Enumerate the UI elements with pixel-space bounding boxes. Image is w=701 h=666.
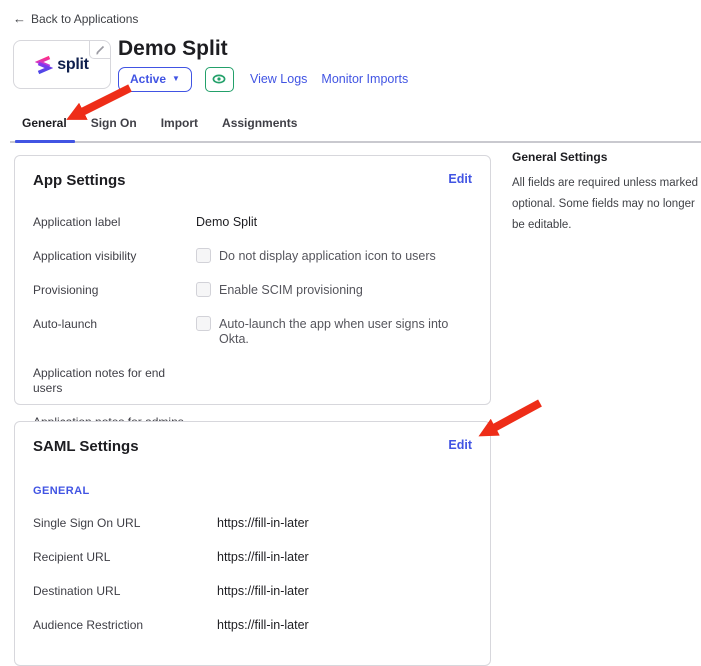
tab-general[interactable]: General xyxy=(22,116,67,130)
setting-row: Application notes for end users xyxy=(33,366,472,396)
pencil-icon xyxy=(94,44,106,56)
tab-import[interactable]: Import xyxy=(161,116,198,130)
checkbox-unchecked xyxy=(196,248,211,263)
setting-row: Provisioning Enable SCIM provisioning xyxy=(33,283,472,298)
tab-bar: General Sign On Import Assignments xyxy=(10,112,701,143)
saml-settings-card: SAML Settings Edit GENERAL Single Sign O… xyxy=(14,421,491,666)
checkbox-label: Do not display application icon to users xyxy=(219,249,436,264)
sidebar-title: General Settings xyxy=(512,150,701,164)
app-settings-card: App Settings Edit Application label Demo… xyxy=(14,155,491,405)
app-settings-edit-link[interactable]: Edit xyxy=(448,172,472,186)
preview-icon-button[interactable] xyxy=(205,67,234,92)
setting-row: Recipient URL https://fill-in-later xyxy=(33,550,472,565)
setting-row: Destination URL https://fill-in-later xyxy=(33,584,472,599)
app-settings-title: App Settings xyxy=(33,172,126,189)
row-label: Destination URL xyxy=(33,584,217,599)
saml-settings-title: SAML Settings xyxy=(33,438,139,455)
back-link-label: Back to Applications xyxy=(31,12,138,26)
setting-row: Single Sign On URL https://fill-in-later xyxy=(33,516,472,531)
eye-icon xyxy=(212,74,226,84)
row-label: Single Sign On URL xyxy=(33,516,217,531)
active-tab-underline xyxy=(15,140,75,143)
checkbox-unchecked xyxy=(196,316,211,331)
row-label: Auto-launch xyxy=(33,317,196,332)
row-label: Recipient URL xyxy=(33,550,217,565)
setting-row: Audience Restriction https://fill-in-lat… xyxy=(33,618,472,633)
tab-assignments[interactable]: Assignments xyxy=(222,116,297,130)
row-value: https://fill-in-later xyxy=(217,584,309,599)
header-controls: Active ▼ View Logs Monitor Imports xyxy=(118,66,408,92)
view-logs-link[interactable]: View Logs xyxy=(250,72,307,86)
row-value: Demo Split xyxy=(196,215,257,230)
checkbox-unchecked xyxy=(196,282,211,297)
saml-settings-rows: Single Sign On URL https://fill-in-later… xyxy=(33,516,472,633)
sidebar-description: All fields are required unless marked op… xyxy=(512,173,701,236)
row-value: https://fill-in-later xyxy=(217,550,309,565)
app-settings-rows: Application label Demo Split Application… xyxy=(33,215,472,430)
saml-settings-edit-link[interactable]: Edit xyxy=(448,438,472,452)
status-dropdown-button[interactable]: Active ▼ xyxy=(118,67,192,92)
chevron-down-icon: ▼ xyxy=(172,75,180,83)
checkbox-label: Auto-launch the app when user signs into… xyxy=(219,317,472,347)
saml-general-section-label: GENERAL xyxy=(33,485,472,497)
checkbox-label: Enable SCIM provisioning xyxy=(219,283,363,298)
split-logo-wordmark: split xyxy=(57,56,88,74)
back-to-applications-link[interactable]: ← Back to Applications xyxy=(13,11,138,26)
setting-row: Auto-launch Auto-launch the app when use… xyxy=(33,317,472,347)
row-label: Application visibility xyxy=(33,249,196,264)
setting-row: Application visibility Do not display ap… xyxy=(33,249,472,264)
settings-help-sidebar: General Settings All fields are required… xyxy=(512,150,701,236)
split-logo-icon xyxy=(35,55,53,75)
app-logo-card: split xyxy=(13,40,111,89)
page-title: Demo Split xyxy=(118,37,228,61)
tab-sign-on[interactable]: Sign On xyxy=(91,116,137,130)
row-label: Application label xyxy=(33,215,196,230)
row-label: Application notes for end users xyxy=(33,366,196,396)
back-arrow-icon: ← xyxy=(13,11,26,26)
setting-row: Application label Demo Split xyxy=(33,215,472,230)
okta-app-page: { "colors": { "accent_blue": "#4154e3", … xyxy=(0,0,701,632)
monitor-imports-link[interactable]: Monitor Imports xyxy=(321,72,408,86)
edit-logo-button[interactable] xyxy=(89,41,110,59)
row-value: https://fill-in-later xyxy=(217,516,309,531)
row-label: Provisioning xyxy=(33,283,196,298)
row-label: Audience Restriction xyxy=(33,618,217,633)
row-value: https://fill-in-later xyxy=(217,618,309,633)
status-label: Active xyxy=(130,72,166,86)
